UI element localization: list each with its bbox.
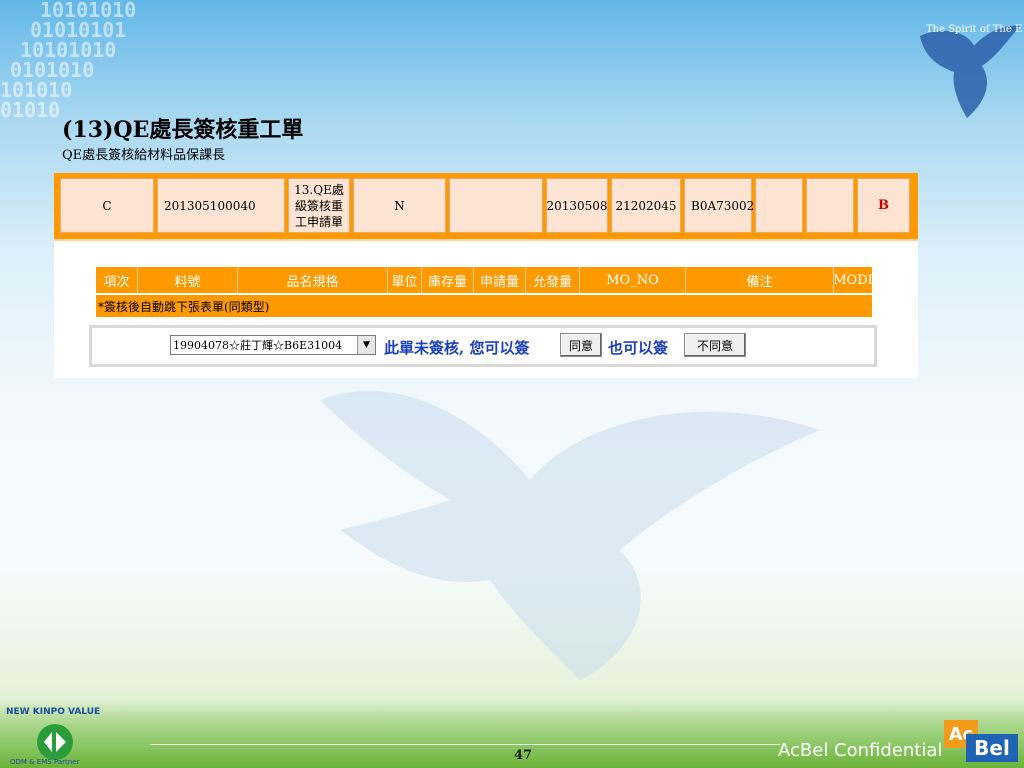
binary-row: 101010: [0, 78, 73, 102]
column-header-remark: 備注: [686, 267, 834, 293]
summary-cell-type: C: [60, 178, 154, 233]
acbel-logo: Ac Bel: [944, 720, 1018, 762]
form-type-line: 工申請單: [294, 214, 343, 229]
summary-cell-flag: N: [353, 178, 446, 233]
summary-cell-status: B: [857, 178, 910, 233]
binary-row: 10101010: [20, 38, 117, 62]
binary-row: 01010101: [30, 18, 127, 42]
summary-cell-employee-no: 21202045: [611, 178, 681, 233]
footer-divider: [150, 744, 780, 745]
binary-row: 0101010: [10, 58, 95, 82]
disagree-button[interactable]: 不同意: [684, 333, 746, 357]
auto-next-note: *簽核後自動跳下張表單(同類型): [96, 295, 872, 317]
unsigned-message: 此單未簽核, 您可以簽: [384, 339, 530, 357]
kinpo-logo-icon: NEW KINPO VALUE ODM & EMS Partner: [6, 707, 100, 766]
confidential-label: AcBel Confidential: [778, 740, 943, 761]
slide-subtitle: QE處長簽核給材料品保課長: [62, 148, 226, 163]
summary-cell-dept: B0A73002: [684, 178, 754, 233]
summary-cell-form-no: 201305100040: [157, 178, 285, 233]
column-header-stock: 庫存量: [422, 267, 474, 293]
form-type-line: 級簽核重: [294, 198, 343, 213]
form-summary-row: C 201305100040 13.QE處 級簽核重 工申請單 N 201305…: [54, 173, 918, 241]
sign-section: 19904078☆莊丁輝☆B6E31004 ▼ 此單未簽核, 您可以簽 同意 也…: [89, 325, 877, 367]
column-header-modi: MODI: [833, 272, 873, 288]
column-header-unit: 單位: [388, 267, 422, 293]
column-header-seq: 項次: [96, 267, 138, 293]
dropdown-arrow-icon[interactable]: ▼: [357, 336, 375, 354]
signer-select[interactable]: 19904078☆莊丁輝☆B6E31004 ▼: [170, 335, 376, 355]
column-header-mo-no: MO_NO: [580, 267, 686, 293]
slide-title: (13)QE處長簽核重工單: [62, 117, 304, 143]
agree-button[interactable]: 同意: [560, 333, 602, 357]
acbel-logo-bel: Bel: [966, 734, 1018, 762]
eagle-logo-icon: The Spirit of The Eagle: [920, 24, 1022, 118]
eagle-watermark-icon: [320, 391, 820, 680]
kinpo-logo-top-text: NEW KINPO VALUE: [6, 707, 100, 717]
form-type-line: 13.QE處: [294, 182, 344, 197]
summary-cell-date: 20130508: [546, 178, 608, 233]
also-sign-message: 也可以簽: [608, 339, 669, 357]
form-panel: C 201305100040 13.QE處 級簽核重 工申請單 N 201305…: [54, 173, 918, 378]
kinpo-logo-bottom-text: ODM & EMS Partner: [10, 758, 80, 766]
summary-cell-empty: [755, 178, 803, 233]
summary-cell-empty: [806, 178, 854, 233]
binary-row: 10101010: [40, 0, 137, 22]
summary-cell-empty: [449, 178, 543, 233]
column-header-part-no: 料號: [138, 267, 238, 293]
column-header-spec: 品名規格: [238, 267, 388, 293]
item-table-header: 項次 料號 品名規格 單位 庫存量 申請量 允發量 MO_NO 備注 MODI: [96, 267, 873, 293]
page-number: 47: [514, 748, 533, 763]
summary-cell-form-type: 13.QE處 級簽核重 工申請單: [288, 178, 350, 233]
column-header-request-qty: 申請量: [474, 267, 526, 293]
column-header-issue-qty: 允發量: [526, 267, 580, 293]
signer-selected-value: 19904078☆莊丁輝☆B6E31004: [173, 339, 343, 352]
eagle-logo-text: The Spirit of The Eagle: [926, 24, 1022, 35]
